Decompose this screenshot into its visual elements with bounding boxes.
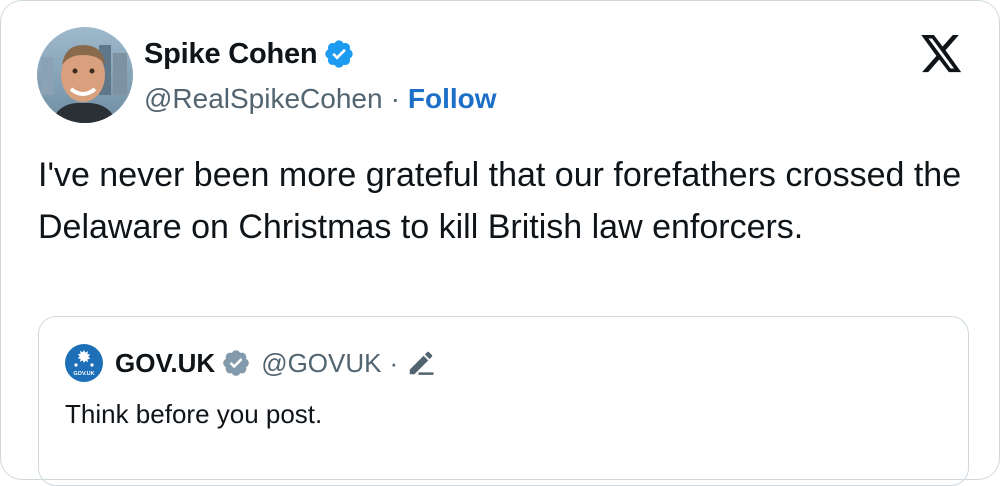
grey-verified-badge-icon [223,350,249,376]
quoted-author-name[interactable]: GOV.UK [115,348,215,379]
gov-uk-logo-text: GOV.UK [73,371,94,377]
verified-badge-icon [325,40,354,68]
quoted-author-handle[interactable]: @GOVUK [261,348,381,379]
pencil-icon [409,351,434,375]
author-name[interactable]: Spike Cohen [144,38,318,71]
follow-button[interactable]: Follow [408,83,497,115]
author-handle-row: @RealSpikeCohen · Follow [144,81,497,117]
tweet-card: Spike Cohen @RealSpikeCohen · Follow I'v… [0,0,1000,486]
tweet-text: I've never been more grateful that our f… [38,156,962,246]
quoted-tweet[interactable]: GOV.UK GOV.UK @GOVUK · Think before you … [38,316,969,486]
quoted-separator-dot: · [389,347,399,378]
author-name-row: Spike Cohen [144,37,355,71]
separator-dot: · [390,83,400,114]
x-logo-icon[interactable] [921,35,963,73]
gov-uk-logo-icon[interactable]: GOV.UK [65,344,103,382]
quoted-tweet-header: GOV.UK GOV.UK @GOVUK · [65,344,436,382]
author-handle[interactable]: @RealSpikeCohen [144,83,383,115]
quoted-tweet-text: Think before you post. [65,399,323,429]
avatar[interactable] [37,27,133,123]
